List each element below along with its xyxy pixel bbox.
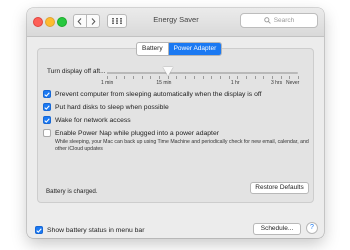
checkmark-icon [36, 227, 42, 233]
slider-tick [271, 76, 273, 79]
checkbox-power-nap[interactable] [43, 129, 51, 137]
slider-tick [124, 76, 126, 79]
slider-tick [237, 76, 239, 79]
slider-tick [150, 76, 152, 79]
chevron-right-icon [91, 17, 96, 25]
show-battery-status-label: Show battery status in menu bar [47, 226, 145, 234]
option-power-nap[interactable]: Enable Power Nap while plugged into a po… [43, 129, 219, 137]
slider-tick [167, 76, 169, 79]
slider-tick [159, 76, 161, 79]
zoom-button[interactable] [57, 17, 67, 27]
tab-power-adapter[interactable]: Power Adapter [167, 43, 222, 55]
slider-tick [141, 76, 143, 79]
display-sleep-slider-track[interactable] [107, 72, 298, 74]
option-label: Put hard disks to sleep when possible [55, 103, 169, 111]
display-sleep-slider-thumb[interactable] [163, 67, 174, 76]
slider-tick-label: 1 min [101, 80, 114, 86]
search-icon [263, 17, 271, 24]
slider-tick-label: 15 min [156, 80, 172, 86]
close-button[interactable] [33, 17, 43, 27]
checkbox-show-battery-status[interactable] [35, 226, 43, 234]
checkbox-disk-sleep[interactable] [43, 103, 51, 111]
power-nap-description: While sleeping, your Mac can back up usi… [55, 139, 309, 152]
slider-tick [289, 76, 291, 79]
search-placeholder: Search [273, 17, 295, 24]
slider-tick [185, 76, 187, 79]
help-button[interactable]: ? [306, 222, 318, 234]
restore-defaults-button[interactable]: Restore Defaults [250, 182, 309, 194]
checkmark-icon [44, 117, 50, 123]
slider-tick [245, 76, 247, 79]
search-field[interactable]: Search [240, 13, 318, 28]
display-sleep-label: Turn display off aft... [47, 68, 106, 75]
schedule-button[interactable]: Schedule... [253, 223, 301, 235]
slider-tick [193, 76, 195, 79]
slider-tick [219, 76, 221, 79]
checkbox-wake-network[interactable] [43, 116, 51, 124]
show-battery-status-option[interactable]: Show battery status in menu bar [35, 226, 144, 234]
option-label: Enable Power Nap while plugged into a po… [55, 129, 219, 137]
chevron-left-icon [77, 17, 82, 25]
forward-button[interactable] [86, 14, 100, 28]
checkmark-icon [44, 104, 50, 110]
slider-tick [298, 76, 299, 79]
slider-tick [176, 76, 178, 79]
option-prevent-sleep[interactable]: Prevent computer from sleeping automatic… [43, 90, 262, 98]
show-all-button[interactable] [107, 14, 127, 28]
window-title: Energy Saver [153, 15, 199, 24]
slider-tick-label: 3 hrs [270, 80, 283, 86]
tab-battery[interactable]: Battery [137, 43, 168, 55]
slider-tick-label: 1 hr [230, 80, 240, 86]
slider-tick [254, 76, 256, 79]
grid-icon [112, 18, 122, 24]
option-label: Prevent computer from sleeping automatic… [55, 90, 262, 98]
slider-tick [263, 76, 265, 79]
title-bar: Energy Saver Search [27, 8, 324, 37]
slider-tick [211, 76, 213, 79]
back-button[interactable] [73, 14, 87, 28]
slider-tick [133, 76, 135, 79]
slider-tick-label: Never [286, 80, 300, 86]
option-disk-sleep[interactable]: Put hard disks to sleep when possible [43, 103, 169, 111]
checkbox-prevent-sleep[interactable] [43, 90, 51, 98]
energy-saver-window: Energy Saver Search Battery Power Adapte… [27, 8, 324, 238]
tab-control: Battery Power Adapter [136, 42, 223, 56]
checkmark-icon [44, 91, 50, 97]
slider-tick [202, 76, 204, 79]
slider-tick [228, 76, 230, 79]
slider-tick [107, 76, 108, 79]
battery-status-text: Battery is charged. [46, 188, 98, 195]
option-wake-network[interactable]: Wake for network access [43, 116, 131, 124]
minimize-button[interactable] [45, 17, 55, 27]
slider-tick [280, 76, 282, 79]
option-label: Wake for network access [55, 116, 131, 124]
display-sleep-slider-fill [107, 72, 169, 74]
slider-tick [115, 76, 117, 79]
